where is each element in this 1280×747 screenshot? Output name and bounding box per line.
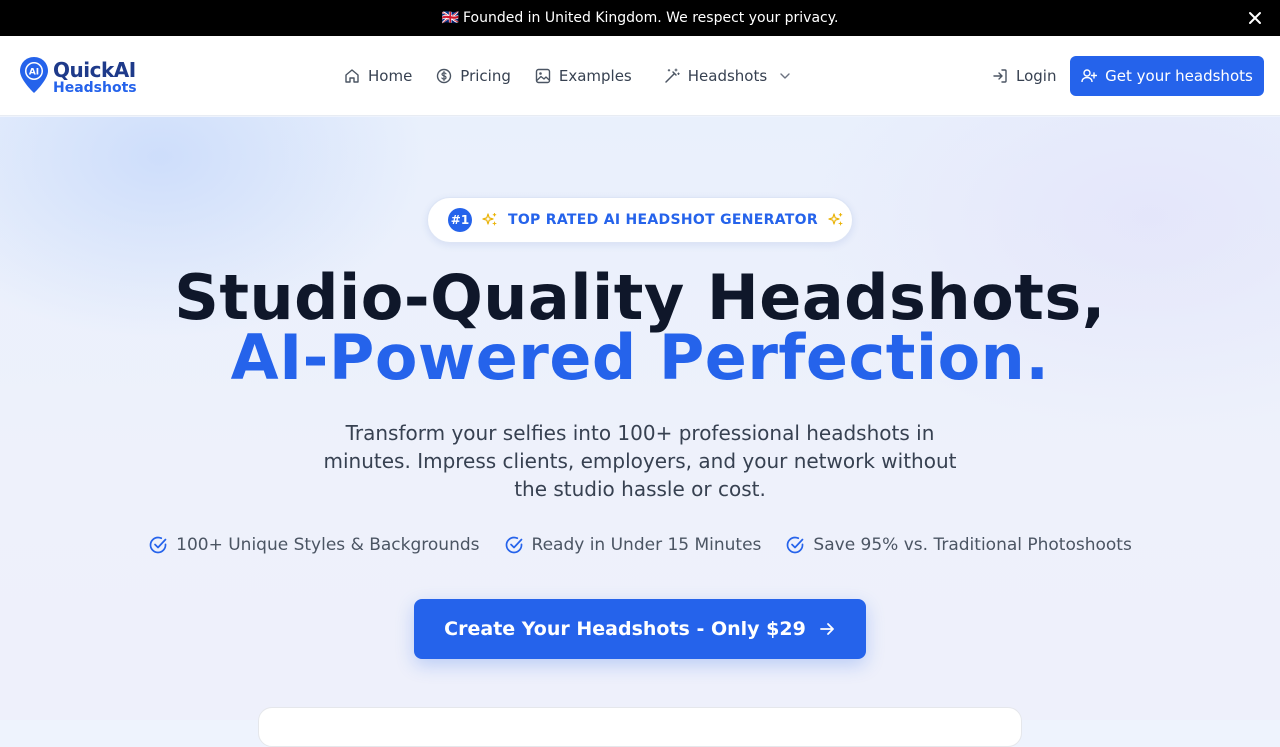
login-icon (993, 69, 1007, 83)
sparkles-icon (828, 212, 843, 226)
login-link[interactable]: Login (992, 67, 1056, 85)
logo-mark-icon: AI (19, 56, 49, 98)
preview-card (258, 707, 1022, 747)
close-icon[interactable] (1248, 11, 1262, 25)
arrow-right-icon (819, 623, 834, 635)
brand-name: QuickAI (53, 57, 136, 82)
nav-item-pricing-label: Pricing (460, 67, 511, 85)
hero-section: #1 TOP RATED AI HEADSHOT GENERATOR Studi… (0, 117, 1280, 747)
create-headshots-button[interactable]: Create Your Headshots - Only $29 (414, 599, 866, 659)
feature-label: Save 95% vs. Traditional Photoshoots (813, 535, 1132, 555)
nav-item-headshots[interactable]: Headshots (664, 67, 791, 85)
badge-text: TOP RATED AI HEADSHOT GENERATOR (508, 212, 818, 228)
brand-logo[interactable]: AI QuickAI Headshots (19, 56, 137, 98)
nav-item-headshots-label: Headshots (687, 67, 768, 85)
nav-item-examples[interactable]: Examples (535, 67, 632, 85)
home-icon (345, 69, 359, 83)
nav-item-examples-label: Examples (558, 67, 632, 85)
get-headshots-button[interactable]: Get your headshots (1070, 56, 1264, 96)
chevron-down-icon (780, 73, 790, 79)
logo-mark-text: AI (29, 68, 39, 78)
user-plus-icon (1081, 69, 1098, 83)
brand-subname: Headshots (53, 79, 137, 96)
uk-flag: 🇬🇧 (441, 10, 459, 26)
feature-item: 100+ Unique Styles & Backgrounds (148, 535, 480, 555)
feature-item: Ready in Under 15 Minutes (504, 535, 762, 555)
nav-item-home-label: Home (368, 67, 413, 85)
feature-label: Ready in Under 15 Minutes (531, 535, 762, 555)
feature-item: Save 95% vs. Traditional Photoshoots (785, 535, 1132, 555)
nav-item-home[interactable]: Home (344, 67, 412, 85)
magic-wand-icon (665, 68, 680, 83)
get-headshots-label: Get your headshots (1105, 67, 1253, 85)
nav-menu: Home Pricing Examples Headshots (344, 36, 815, 116)
login-label: Login (1016, 67, 1057, 85)
create-headshots-label: Create Your Headshots - Only $29 (444, 618, 806, 640)
feature-list: 100+ Unique Styles & Backgrounds Ready i… (0, 535, 1280, 555)
rank-badge: #1 (448, 208, 472, 232)
announcement-bar: 🇬🇧 Founded in United Kingdom. We respect… (0, 0, 1280, 36)
check-circle-icon (787, 536, 804, 554)
image-icon (535, 68, 551, 84)
check-circle-icon (505, 536, 522, 554)
hero-title-line2: AI-Powered Perfection. (230, 321, 1050, 394)
check-circle-icon (149, 536, 167, 554)
main-navbar: AI QuickAI Headshots Home Pricing Exampl… (0, 36, 1280, 116)
top-rated-badge: #1 TOP RATED AI HEADSHOT GENERATOR (427, 197, 853, 243)
announcement-text: Founded in United Kingdom. We respect yo… (462, 10, 839, 26)
sparkles-icon (482, 212, 497, 226)
hero-subtitle: Transform your selfies into 100+ profess… (323, 421, 957, 501)
dollar-circle-icon (437, 68, 452, 84)
feature-label: 100+ Unique Styles & Backgrounds (176, 535, 480, 555)
nav-item-pricing[interactable]: Pricing (436, 67, 511, 85)
